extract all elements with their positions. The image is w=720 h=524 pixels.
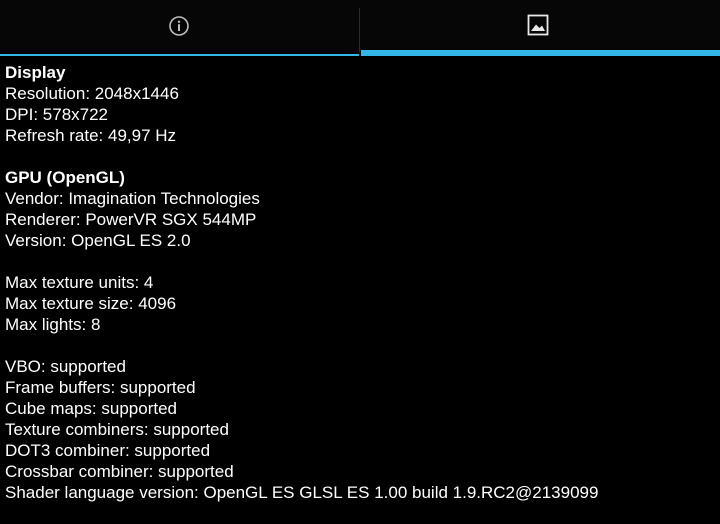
- dpi-text: DPI: 578x722: [5, 105, 109, 124]
- vendor-text: Vendor: Imagination Technologies: [5, 189, 260, 208]
- refresh-rate-text: Refresh rate: 49,97 Hz: [5, 126, 177, 145]
- display-section: Display Resolution: 2048x1446 DPI: 578x7…: [5, 62, 720, 146]
- dot3-combiner-text: DOT3 combiner: supported: [5, 441, 211, 460]
- texture-combiners-text: Texture combiners: supported: [5, 420, 229, 439]
- version-text: Version: OpenGL ES 2.0: [5, 231, 191, 250]
- gpu-section: GPU (OpenGL) Vendor: Imagination Technol…: [5, 167, 720, 251]
- max-texture-units-text: Max texture units: 4: [5, 273, 154, 292]
- tab-display-selected-indicator: [361, 50, 720, 56]
- max-texture-size-text: Max texture size: 4096: [5, 294, 177, 313]
- resolution-text: Resolution: 2048x1446: [5, 84, 179, 103]
- limits-section: Max texture units: 4 Max texture size: 4…: [5, 272, 720, 335]
- display-heading: Display: [5, 63, 66, 82]
- image-icon: [527, 14, 549, 36]
- gpu-heading: GPU (OpenGL): [5, 168, 125, 187]
- info-content: Display Resolution: 2048x1446 DPI: 578x7…: [5, 62, 720, 524]
- features-section: VBO: supported Frame buffers: supported …: [5, 356, 720, 503]
- crossbar-combiner-text: Crossbar combiner: supported: [5, 462, 234, 481]
- frame-buffers-text: Frame buffers: supported: [5, 378, 196, 397]
- tab-bar: [0, 0, 720, 56]
- renderer-text: Renderer: PowerVR SGX 544MP: [5, 210, 257, 229]
- shader-language-text: Shader language version: OpenGL ES GLSL …: [5, 483, 599, 502]
- vbo-text: VBO: supported: [5, 357, 126, 376]
- tab-info-underline: [0, 54, 359, 56]
- cube-maps-text: Cube maps: supported: [5, 399, 177, 418]
- tab-divider: [359, 8, 360, 52]
- info-icon: [169, 16, 189, 36]
- max-lights-text: Max lights: 8: [5, 315, 101, 334]
- tab-display[interactable]: [361, 0, 720, 56]
- tab-info[interactable]: [0, 0, 359, 56]
